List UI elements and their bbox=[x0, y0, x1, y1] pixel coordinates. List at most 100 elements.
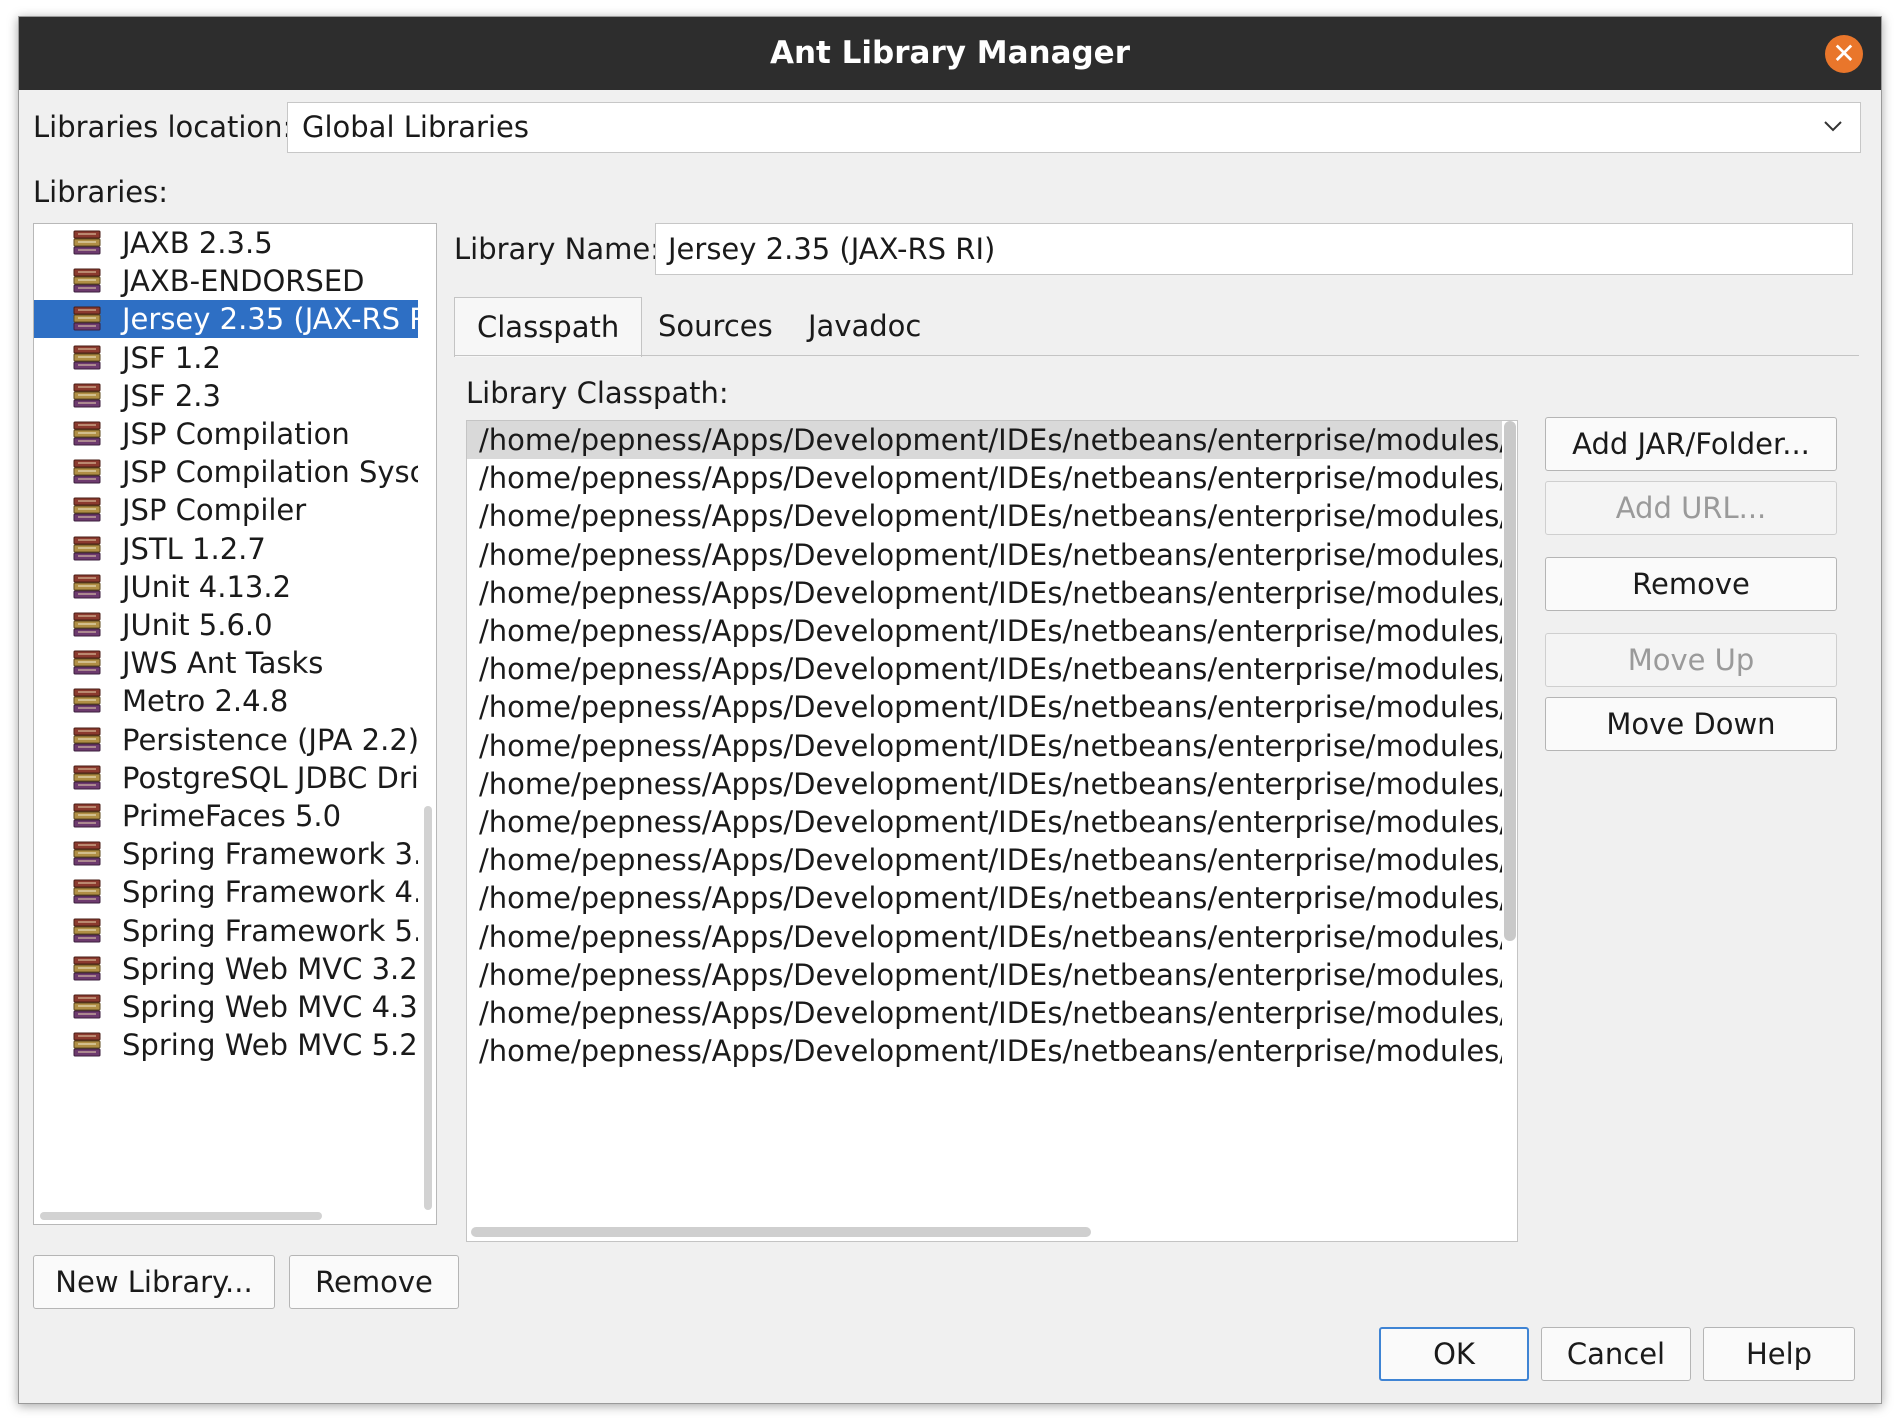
library-list-item[interactable]: Spring Framework 4.3 bbox=[34, 873, 418, 911]
library-list-item[interactable]: JSP Compiler bbox=[34, 491, 418, 529]
library-list-item[interactable]: JSTL 1.2.7 bbox=[34, 530, 418, 568]
library-list-item[interactable]: Jersey 2.35 (JAX-RS RI) bbox=[34, 300, 418, 339]
library-list-item[interactable]: JWS Ant Tasks bbox=[34, 644, 418, 682]
classpath-path: /home/pepness/Apps/Development/IDEs/netb… bbox=[479, 614, 1502, 648]
library-icon bbox=[72, 687, 102, 715]
library-list-item[interactable]: Spring Web MVC 4.3.2 bbox=[34, 988, 418, 1026]
libraries-location-select[interactable]: Global Libraries bbox=[287, 102, 1861, 153]
library-item-label: JAXB 2.3.5 bbox=[122, 226, 273, 260]
tab-sources[interactable]: Sources bbox=[658, 297, 773, 355]
library-list-item[interactable]: PrimeFaces 5.0 bbox=[34, 797, 418, 835]
library-list-item[interactable]: PostgreSQL JDBC Driv bbox=[34, 759, 418, 797]
library-list-item[interactable]: JAXB-ENDORSED bbox=[34, 262, 418, 300]
cancel-button[interactable]: Cancel bbox=[1541, 1327, 1691, 1381]
library-icon bbox=[72, 573, 102, 601]
library-list-item[interactable]: JUnit 4.13.2 bbox=[34, 568, 418, 606]
library-list-item[interactable]: JSP Compilation bbox=[34, 415, 418, 453]
library-item-label: JSF 2.3 bbox=[122, 378, 221, 413]
classpath-path: /home/pepness/Apps/Development/IDEs/netb… bbox=[479, 881, 1502, 916]
remove-library-button[interactable]: Remove bbox=[289, 1255, 459, 1309]
classpath-row[interactable]: /home/pepness/Apps/Development/IDEs/netb… bbox=[467, 879, 1502, 917]
classpath-path: /home/pepness/Apps/Development/IDEs/netb… bbox=[479, 996, 1502, 1030]
library-list-item[interactable]: Spring Framework 3.2 bbox=[34, 835, 418, 873]
library-icon bbox=[72, 535, 102, 563]
classpath-row[interactable]: /home/pepness/Apps/Development/IDEs/netb… bbox=[467, 765, 1502, 803]
classpath-list[interactable]: /home/pepness/Apps/Development/IDEs/netb… bbox=[466, 420, 1518, 1242]
library-list-item[interactable]: JSF 1.2 bbox=[34, 339, 418, 377]
classpath-row[interactable]: /home/pepness/Apps/Development/IDEs/netb… bbox=[467, 803, 1502, 841]
classpath-row[interactable]: /home/pepness/Apps/Development/IDEs/netb… bbox=[467, 688, 1502, 726]
title-bar: Ant Library Manager ✕ bbox=[19, 17, 1881, 90]
remove-classpath-button[interactable]: Remove bbox=[1545, 557, 1837, 611]
library-item-label: JSP Compilation bbox=[122, 417, 350, 451]
classpath-path: /home/pepness/Apps/Development/IDEs/netb… bbox=[479, 461, 1502, 496]
library-icon bbox=[72, 726, 102, 754]
classpath-row[interactable]: /home/pepness/Apps/Development/IDEs/netb… bbox=[467, 1032, 1502, 1070]
classpath-row[interactable]: /home/pepness/Apps/Development/IDEs/netb… bbox=[467, 994, 1502, 1032]
library-item-label: JAXB-ENDORSED bbox=[122, 264, 365, 299]
library-item-label: Spring Web MVC 3.2.1 bbox=[122, 951, 418, 986]
classpath-row[interactable]: /home/pepness/Apps/Development/IDEs/netb… bbox=[467, 536, 1502, 574]
library-name-label: Library Name: bbox=[454, 232, 660, 266]
library-icon bbox=[72, 649, 102, 677]
library-item-label: PostgreSQL JDBC Driv bbox=[122, 760, 418, 795]
library-icon bbox=[72, 1031, 102, 1059]
classpath-path: /home/pepness/Apps/Development/IDEs/netb… bbox=[479, 690, 1502, 725]
ok-button[interactable]: OK bbox=[1379, 1327, 1529, 1381]
library-item-label: Jersey 2.35 (JAX-RS RI) bbox=[122, 302, 418, 337]
library-list-item[interactable]: Metro 2.4.8 bbox=[34, 682, 418, 720]
classpath-row[interactable]: /home/pepness/Apps/Development/IDEs/netb… bbox=[467, 459, 1502, 497]
library-list-item[interactable]: Spring Web MVC 5.2.9 bbox=[34, 1026, 418, 1064]
libraries-list[interactable]: JAXB 2.3.5 JAXB-ENDORSED Jersey 2.35 (JAX-… bbox=[33, 223, 437, 1225]
library-list-item[interactable]: Persistence (JPA 2.2) bbox=[34, 721, 418, 759]
move-up-button[interactable]: Move Up bbox=[1545, 633, 1837, 687]
library-icon bbox=[72, 611, 102, 639]
classpath-row[interactable]: /home/pepness/Apps/Development/IDEs/netb… bbox=[467, 421, 1502, 459]
libraries-location-label: Libraries location: bbox=[33, 110, 293, 144]
classpath-row[interactable]: /home/pepness/Apps/Development/IDEs/netb… bbox=[467, 650, 1502, 688]
tab-classpath[interactable]: Classpath bbox=[454, 297, 643, 357]
classpath-vertical-scrollbar[interactable] bbox=[1504, 421, 1516, 941]
classpath-path: /home/pepness/Apps/Development/IDEs/netb… bbox=[479, 805, 1502, 839]
library-icon bbox=[72, 420, 102, 448]
classpath-row[interactable]: /home/pepness/Apps/Development/IDEs/netb… bbox=[467, 727, 1502, 765]
tabs-divider bbox=[454, 355, 1859, 356]
library-item-label: JSTL 1.2.7 bbox=[122, 531, 266, 566]
library-list-item[interactable]: JSP Compilation Syscl bbox=[34, 453, 418, 491]
classpath-horizontal-scrollbar[interactable] bbox=[471, 1227, 1091, 1237]
libraries-vertical-scrollbar[interactable] bbox=[424, 806, 432, 1210]
add-url-button[interactable]: Add URL... bbox=[1545, 481, 1837, 535]
libraries-label: Libraries: bbox=[33, 175, 169, 209]
libraries-horizontal-scrollbar[interactable] bbox=[40, 1212, 322, 1220]
classpath-path: /home/pepness/Apps/Development/IDEs/netb… bbox=[479, 919, 1502, 954]
library-icon bbox=[72, 878, 102, 906]
classpath-row[interactable]: /home/pepness/Apps/Development/IDEs/netb… bbox=[467, 497, 1502, 535]
classpath-path: /home/pepness/Apps/Development/IDEs/netb… bbox=[479, 843, 1502, 878]
classpath-row[interactable]: /home/pepness/Apps/Development/IDEs/netb… bbox=[467, 612, 1502, 650]
library-list-item[interactable]: Spring Framework 5.2 bbox=[34, 912, 418, 950]
classpath-row[interactable]: /home/pepness/Apps/Development/IDEs/netb… bbox=[467, 841, 1502, 879]
add-jar-folder-button[interactable]: Add JAR/Folder... bbox=[1545, 417, 1837, 471]
classpath-path: /home/pepness/Apps/Development/IDEs/netb… bbox=[479, 537, 1502, 572]
tab-javadoc[interactable]: Javadoc bbox=[808, 297, 921, 355]
library-icon bbox=[72, 382, 102, 410]
library-item-label: JSF 1.2 bbox=[122, 340, 221, 375]
classpath-row[interactable]: /home/pepness/Apps/Development/IDEs/netb… bbox=[467, 956, 1502, 994]
library-name-field[interactable]: Jersey 2.35 (JAX-RS RI) bbox=[655, 223, 1853, 275]
classpath-path: /home/pepness/Apps/Development/IDEs/netb… bbox=[479, 728, 1502, 763]
library-icon bbox=[72, 496, 102, 524]
library-list-item[interactable]: Spring Web MVC 3.2.1 bbox=[34, 950, 418, 988]
classpath-path: /home/pepness/Apps/Development/IDEs/netb… bbox=[479, 957, 1502, 992]
library-item-label: Metro 2.4.8 bbox=[122, 684, 289, 719]
new-library-button[interactable]: New Library... bbox=[33, 1255, 275, 1309]
help-button[interactable]: Help bbox=[1703, 1327, 1855, 1381]
classpath-row[interactable]: /home/pepness/Apps/Development/IDEs/netb… bbox=[467, 574, 1502, 612]
move-down-button[interactable]: Move Down bbox=[1545, 697, 1837, 751]
close-icon[interactable]: ✕ bbox=[1825, 35, 1863, 73]
library-list-item[interactable]: JUnit 5.6.0 bbox=[34, 606, 418, 644]
library-list-item[interactable]: JSF 2.3 bbox=[34, 377, 418, 415]
classpath-row[interactable]: /home/pepness/Apps/Development/IDEs/netb… bbox=[467, 918, 1502, 956]
library-icon bbox=[72, 955, 102, 983]
library-list-item[interactable]: JAXB 2.3.5 bbox=[34, 224, 418, 262]
classpath-path: /home/pepness/Apps/Development/IDEs/netb… bbox=[479, 1034, 1502, 1069]
